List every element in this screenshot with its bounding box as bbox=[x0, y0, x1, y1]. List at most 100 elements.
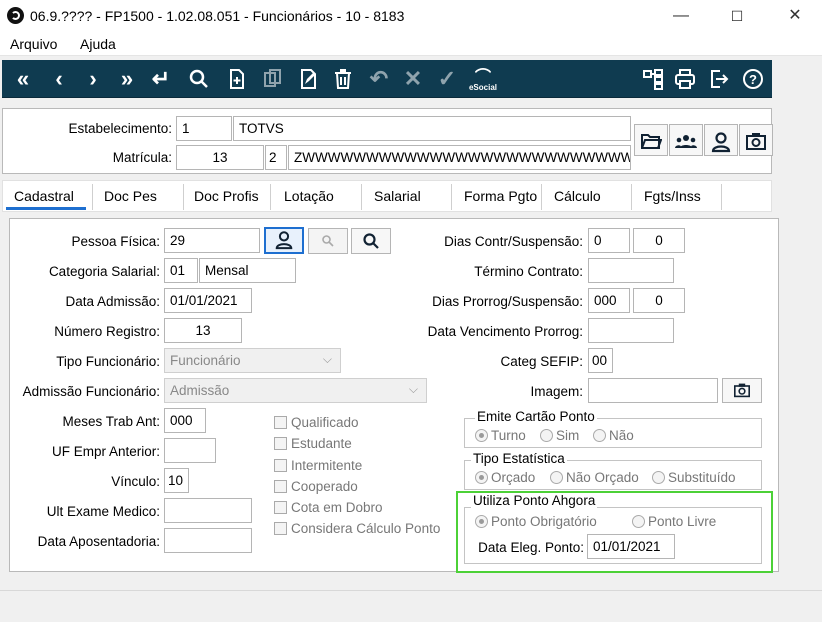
app-icon bbox=[7, 7, 24, 24]
tab-doc-pes[interactable]: Doc Pes bbox=[104, 188, 157, 204]
admissao-funcionario-select[interactable]: Admissão ⌵ bbox=[164, 378, 427, 403]
vinculo-field[interactable]: 10 bbox=[164, 468, 189, 493]
new-document-icon[interactable] bbox=[222, 63, 252, 95]
last-record-icon[interactable]: » bbox=[112, 63, 142, 95]
checkbox-cota-dobro[interactable]: Cota em Dobro bbox=[274, 500, 383, 515]
radio-ponto-livre[interactable]: Ponto Livre bbox=[632, 514, 716, 529]
undo-icon[interactable]: ↶ bbox=[364, 63, 394, 95]
confirm-icon[interactable]: ✓ bbox=[432, 63, 462, 95]
radio-sim[interactable]: Sim bbox=[540, 428, 579, 443]
menu-arquivo[interactable]: Arquivo bbox=[10, 36, 57, 52]
radio-nao-orcado[interactable]: Não Orçado bbox=[550, 470, 639, 485]
uf-empr-field[interactable] bbox=[164, 438, 216, 463]
data-aposentadoria-label: Data Aposentadoria: bbox=[37, 534, 160, 549]
radio-dot bbox=[475, 471, 488, 484]
radio-nao[interactable]: Não bbox=[593, 428, 634, 443]
categ-sefip-label: Categ SEFIP: bbox=[500, 354, 583, 369]
menu-ajuda[interactable]: Ajuda bbox=[80, 36, 116, 52]
imagem-camera-button[interactable] bbox=[722, 378, 762, 403]
tab-separator bbox=[721, 184, 722, 210]
checkbox-estudante[interactable]: Estudante bbox=[274, 436, 352, 451]
delete-icon[interactable] bbox=[328, 63, 358, 95]
structure-icon[interactable] bbox=[638, 63, 668, 95]
tipo-funcionario-label: Tipo Funcionário: bbox=[56, 354, 160, 369]
categ-sefip-field[interactable]: 00 bbox=[588, 348, 613, 373]
tab-doc-profis[interactable]: Doc Profis bbox=[194, 188, 259, 204]
numero-registro-field[interactable]: 13 bbox=[164, 318, 242, 343]
print-icon[interactable] bbox=[670, 63, 700, 95]
tab-fgts-inss[interactable]: Fgts/Inss bbox=[644, 188, 701, 204]
checkbox-label: Considera Cálculo Ponto bbox=[291, 521, 441, 536]
imagem-field[interactable] bbox=[588, 378, 718, 403]
checkbox-qualificado[interactable]: Qualificado bbox=[274, 415, 359, 430]
ult-exame-field[interactable] bbox=[164, 498, 252, 523]
esocial-icon[interactable]: ⌒ eSocial bbox=[468, 63, 498, 95]
estabelecimento-name-field[interactable]: TOTVS bbox=[233, 116, 631, 141]
person-lookup-button[interactable] bbox=[264, 227, 304, 254]
meses-trab-field[interactable]: 000 bbox=[164, 408, 206, 433]
user-button[interactable] bbox=[704, 124, 738, 156]
checkbox-box bbox=[274, 522, 287, 535]
radio-label: Não bbox=[609, 428, 634, 443]
categoria-salarial-label: Categoria Salarial: bbox=[48, 264, 160, 279]
dias-contr-field-2[interactable]: 0 bbox=[633, 228, 685, 253]
radio-label: Ponto Livre bbox=[648, 514, 717, 529]
pessoa-fisica-field[interactable]: 29 bbox=[164, 228, 260, 253]
matricula-field[interactable]: 13 bbox=[176, 145, 264, 170]
zoom-disabled-button[interactable] bbox=[308, 228, 348, 254]
open-folder-button[interactable] bbox=[634, 124, 668, 156]
admissao-funcionario-label: Admissão Funcionário: bbox=[22, 384, 160, 399]
matricula-name-field[interactable]: ZWWWWWWWWWWWWWWWWWWWWWWWWWWWWWWWWWWW bbox=[288, 145, 631, 170]
edit-icon[interactable] bbox=[294, 63, 324, 95]
dias-prorrog-field-2[interactable]: 0 bbox=[633, 288, 685, 313]
close-button[interactable]: ✕ bbox=[772, 0, 818, 32]
data-eleg-ponto-field[interactable]: 01/01/2021 bbox=[587, 534, 675, 559]
tipo-funcionario-select[interactable]: Funcionário ⌵ bbox=[164, 348, 341, 373]
data-vencimento-field[interactable] bbox=[588, 318, 674, 343]
radio-ponto-obrigatorio[interactable]: Ponto Obrigatório bbox=[475, 514, 597, 529]
first-record-icon[interactable]: « bbox=[8, 63, 38, 95]
tab-lotacao[interactable]: Lotação bbox=[284, 188, 334, 204]
categoria-name-field[interactable]: Mensal bbox=[199, 258, 296, 283]
data-admissao-field[interactable]: 01/01/2021 bbox=[164, 288, 252, 313]
dias-contr-field-1[interactable]: 0 bbox=[588, 228, 630, 253]
search-icon[interactable] bbox=[184, 63, 214, 95]
previous-record-icon[interactable]: ‹ bbox=[44, 63, 74, 95]
dias-prorrog-field-1[interactable]: 000 bbox=[588, 288, 630, 313]
copy-icon[interactable] bbox=[258, 63, 288, 95]
radio-turno[interactable]: Turno bbox=[475, 428, 526, 443]
checkbox-intermitente[interactable]: Intermitente bbox=[274, 458, 362, 473]
meses-trab-label: Meses Trab Ant: bbox=[62, 414, 160, 429]
chevron-down-icon: ⌵ bbox=[322, 352, 332, 366]
termino-contrato-label: Término Contrato: bbox=[474, 264, 583, 279]
radio-dot bbox=[475, 429, 488, 442]
active-tab-indicator bbox=[6, 207, 86, 210]
categoria-code-field[interactable]: 01 bbox=[164, 258, 198, 283]
radio-substituido[interactable]: Substituído bbox=[652, 470, 736, 485]
data-vencimento-label: Data Vencimento Prorrog: bbox=[427, 324, 583, 339]
camera-button[interactable] bbox=[739, 124, 773, 156]
cancel-icon[interactable]: ✕ bbox=[398, 63, 428, 95]
checkbox-cooperado[interactable]: Cooperado bbox=[274, 479, 358, 494]
minimize-button[interactable]: — bbox=[658, 0, 704, 32]
tab-cadastral[interactable]: Cadastral bbox=[14, 188, 74, 204]
search-button[interactable] bbox=[351, 228, 391, 254]
checkbox-considera-calculo-ponto[interactable]: Considera Cálculo Ponto bbox=[274, 521, 440, 536]
tab-calculo[interactable]: Cálculo bbox=[554, 188, 601, 204]
tab-salarial[interactable]: Salarial bbox=[374, 188, 421, 204]
exit-icon[interactable] bbox=[704, 63, 734, 95]
radio-label: Turno bbox=[491, 428, 526, 443]
termino-contrato-field[interactable] bbox=[588, 258, 674, 283]
group-users-button[interactable] bbox=[669, 124, 703, 156]
esocial-label: eSocial bbox=[468, 83, 497, 92]
ponto-ahgora-title: Utiliza Ponto Ahgora bbox=[471, 493, 598, 508]
radio-orcado[interactable]: Orçado bbox=[475, 470, 535, 485]
next-record-icon[interactable]: › bbox=[78, 63, 108, 95]
help-icon[interactable]: ? bbox=[738, 63, 768, 95]
enter-icon[interactable]: ↵ bbox=[146, 63, 176, 95]
tab-forma-pgto[interactable]: Forma Pgto bbox=[464, 188, 537, 204]
maximize-button[interactable]: ☐ bbox=[714, 0, 760, 32]
matricula-digit-field[interactable]: 2 bbox=[265, 145, 287, 170]
data-aposentadoria-field[interactable] bbox=[164, 528, 252, 553]
estabelecimento-code-field[interactable]: 1 bbox=[176, 116, 232, 141]
